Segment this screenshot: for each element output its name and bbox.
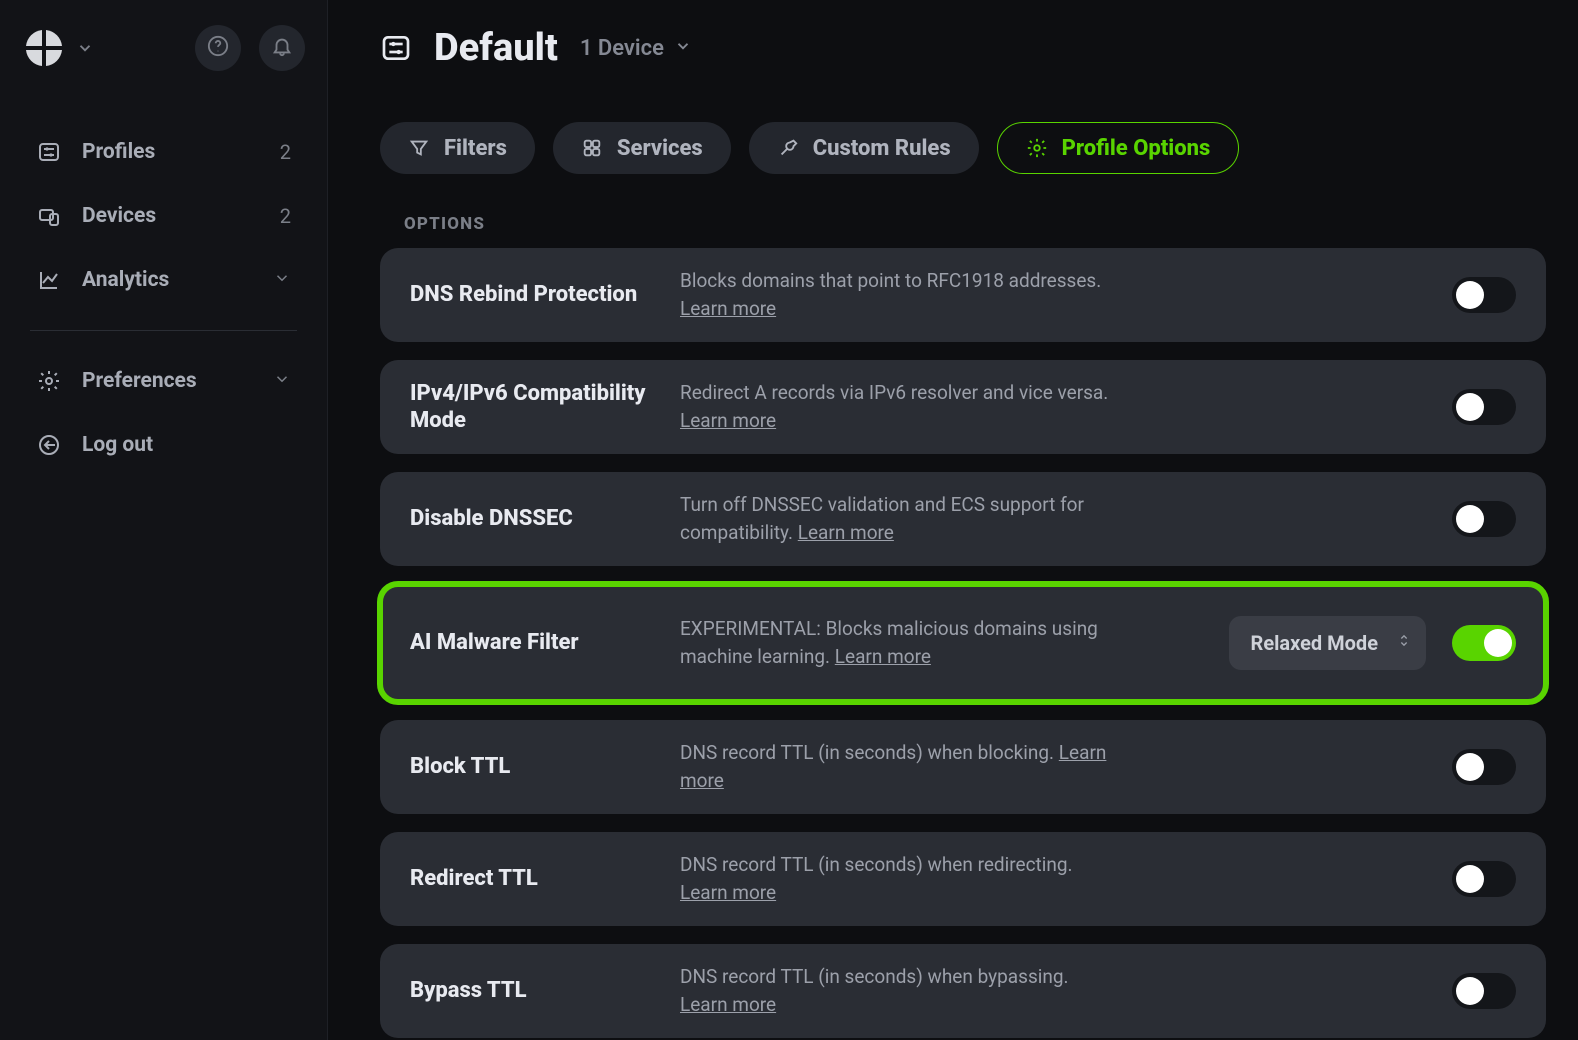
learn-more-link[interactable]: Learn more bbox=[680, 881, 776, 904]
sidebar: Profiles 2 Devices 2 Analytics Preferenc… bbox=[0, 0, 328, 1040]
wrench-icon bbox=[777, 137, 799, 159]
option-description: DNS record TTL (in seconds) when redirec… bbox=[680, 851, 1110, 906]
sidebar-item-count: 2 bbox=[280, 204, 291, 228]
filter-icon bbox=[408, 137, 430, 159]
option-toggle[interactable] bbox=[1452, 625, 1516, 661]
chevron-down-icon bbox=[76, 39, 94, 57]
tab-label: Profile Options bbox=[1062, 136, 1211, 161]
option-row: Redirect TTLDNS record TTL (in seconds) … bbox=[380, 832, 1546, 926]
gear-icon bbox=[36, 368, 62, 394]
sidebar-item-logout[interactable]: Log out bbox=[22, 413, 305, 477]
option-row: DNS Rebind ProtectionBlocks domains that… bbox=[380, 248, 1546, 342]
tab-label: Custom Rules bbox=[813, 136, 951, 161]
option-row: Bypass TTLDNS record TTL (in seconds) wh… bbox=[380, 944, 1546, 1038]
grid-icon bbox=[581, 137, 603, 159]
learn-more-link[interactable]: Learn more bbox=[680, 993, 776, 1016]
option-name: Bypass TTL bbox=[410, 977, 680, 1005]
devices-icon bbox=[36, 203, 62, 229]
tab-label: Services bbox=[617, 136, 703, 161]
option-name: Redirect TTL bbox=[410, 865, 680, 893]
learn-more-link[interactable]: Learn more bbox=[798, 521, 894, 544]
option-description: Redirect A records via IPv6 resolver and… bbox=[680, 379, 1110, 434]
chevron-down-icon bbox=[674, 36, 692, 61]
option-name: DNS Rebind Protection bbox=[410, 281, 680, 309]
sidebar-item-preferences[interactable]: Preferences bbox=[22, 349, 305, 413]
option-name: IPv4/IPv6 Compatibility Mode bbox=[410, 380, 680, 435]
option-name: Block TTL bbox=[410, 753, 680, 781]
option-description: DNS record TTL (in seconds) when blockin… bbox=[680, 739, 1110, 794]
tab-profile-options[interactable]: Profile Options bbox=[997, 122, 1240, 174]
toggle-knob bbox=[1484, 629, 1512, 657]
sidebar-item-count: 2 bbox=[280, 140, 291, 164]
toggle-knob bbox=[1456, 393, 1484, 421]
option-toggle[interactable] bbox=[1452, 861, 1516, 897]
chevron-down-icon bbox=[273, 268, 291, 292]
device-count: 1 Device bbox=[580, 36, 664, 61]
gear-icon bbox=[1026, 137, 1048, 159]
help-icon bbox=[207, 35, 229, 62]
logo-icon bbox=[22, 26, 66, 70]
option-toggle[interactable] bbox=[1452, 501, 1516, 537]
option-toggle[interactable] bbox=[1452, 749, 1516, 785]
notifications-button[interactable] bbox=[259, 25, 305, 71]
sidebar-item-label: Devices bbox=[82, 204, 280, 228]
toggle-knob bbox=[1456, 753, 1484, 781]
option-row: Disable DNSSECTurn off DNSSEC validation… bbox=[380, 472, 1546, 566]
option-description: Blocks domains that point to RFC1918 add… bbox=[680, 267, 1110, 322]
select-chevrons-icon bbox=[1396, 633, 1412, 654]
device-selector[interactable]: 1 Device bbox=[580, 36, 692, 61]
option-description: DNS record TTL (in seconds) when bypassi… bbox=[680, 963, 1110, 1018]
bell-icon bbox=[271, 35, 293, 62]
sliders-icon bbox=[36, 139, 62, 165]
sidebar-item-label: Analytics bbox=[82, 268, 273, 292]
chart-icon bbox=[36, 267, 62, 293]
option-toggle[interactable] bbox=[1452, 277, 1516, 313]
tab-filters[interactable]: Filters bbox=[380, 122, 535, 174]
learn-more-link[interactable]: Learn more bbox=[835, 645, 931, 668]
option-row: Block TTLDNS record TTL (in seconds) whe… bbox=[380, 720, 1546, 814]
tab-bar: Filters Services Custom Rules Profile Op… bbox=[380, 122, 1546, 174]
option-row: AI Malware FilterEXPERIMENTAL: Blocks ma… bbox=[380, 584, 1546, 702]
mode-select[interactable]: Relaxed Mode bbox=[1229, 616, 1426, 670]
tab-custom-rules[interactable]: Custom Rules bbox=[749, 122, 979, 174]
profile-icon bbox=[380, 32, 412, 64]
option-row: IPv4/IPv6 Compatibility ModeRedirect A r… bbox=[380, 360, 1546, 454]
option-name: Disable DNSSEC bbox=[410, 505, 680, 533]
sidebar-item-label: Log out bbox=[82, 433, 291, 457]
main-content: Default 1 Device Filters Services Custom… bbox=[328, 0, 1578, 1040]
org-switcher[interactable] bbox=[22, 26, 94, 70]
tab-label: Filters bbox=[444, 136, 507, 161]
learn-more-link[interactable]: Learn more bbox=[680, 297, 776, 320]
option-name: AI Malware Filter bbox=[410, 629, 680, 657]
sidebar-item-label: Profiles bbox=[82, 140, 280, 164]
toggle-knob bbox=[1456, 977, 1484, 1005]
option-description: EXPERIMENTAL: Blocks malicious domains u… bbox=[680, 615, 1110, 670]
page-title: Default bbox=[434, 26, 558, 70]
toggle-knob bbox=[1456, 865, 1484, 893]
option-description: Turn off DNSSEC validation and ECS suppo… bbox=[680, 491, 1110, 546]
sidebar-item-devices[interactable]: Devices 2 bbox=[22, 184, 305, 248]
option-toggle[interactable] bbox=[1452, 389, 1516, 425]
option-toggle[interactable] bbox=[1452, 973, 1516, 1009]
toggle-knob bbox=[1456, 505, 1484, 533]
tab-services[interactable]: Services bbox=[553, 122, 731, 174]
select-value: Relaxed Mode bbox=[1251, 631, 1378, 655]
help-button[interactable] bbox=[195, 25, 241, 71]
toggle-knob bbox=[1456, 281, 1484, 309]
divider bbox=[30, 330, 297, 331]
section-label: OPTIONS bbox=[404, 214, 1546, 234]
logout-icon bbox=[36, 432, 62, 458]
chevron-down-icon bbox=[273, 369, 291, 393]
options-list: DNS Rebind ProtectionBlocks domains that… bbox=[380, 248, 1546, 1038]
sidebar-item-label: Preferences bbox=[82, 369, 273, 393]
sidebar-item-analytics[interactable]: Analytics bbox=[22, 248, 305, 312]
learn-more-link[interactable]: Learn more bbox=[680, 409, 776, 432]
sidebar-item-profiles[interactable]: Profiles 2 bbox=[22, 120, 305, 184]
